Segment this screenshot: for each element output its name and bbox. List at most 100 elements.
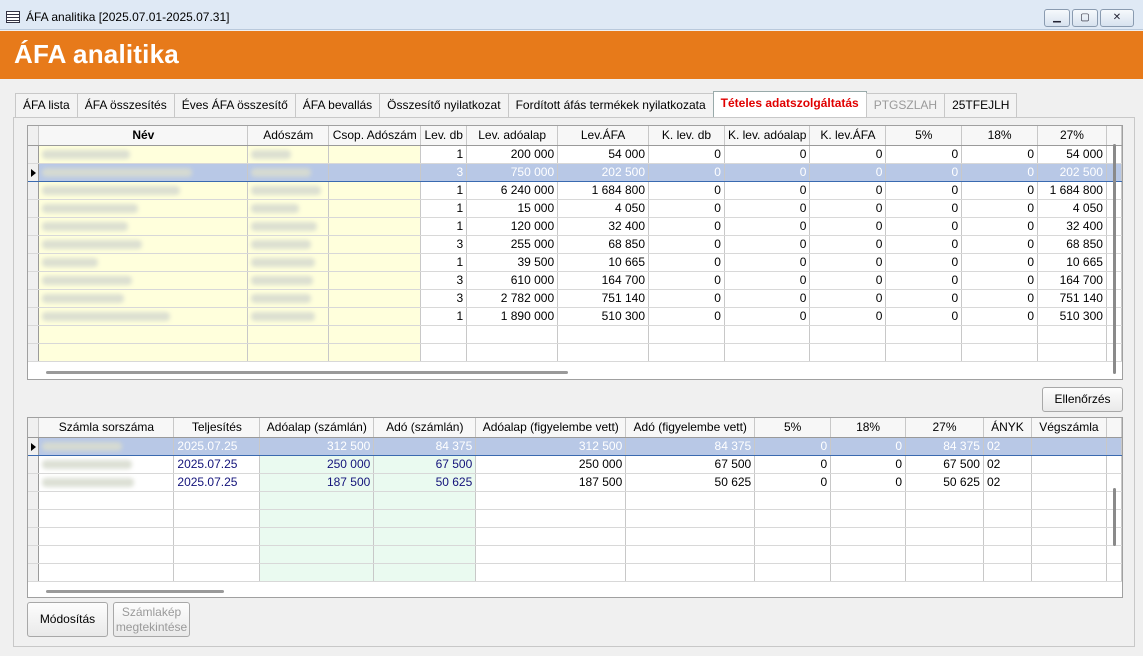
cell-value[interactable]: 0 (885, 145, 963, 164)
cell-value[interactable] (1031, 455, 1107, 474)
row-indicator[interactable] (28, 253, 40, 272)
col-header-ado-figyelembe[interactable]: Adó (figyelembe vett) (625, 418, 756, 438)
row-indicator[interactable] (28, 325, 40, 344)
cell-value[interactable] (625, 545, 756, 564)
cell-value[interactable]: 751 140 (1037, 289, 1107, 308)
cell-value[interactable] (1031, 527, 1107, 546)
table-row[interactable]: 11 890 000 510 300 0 0 0 0 0 510 300 (28, 307, 1122, 326)
cell-value[interactable]: 164 700 (1037, 271, 1107, 290)
cell-value[interactable]: 02 (983, 455, 1032, 474)
cell-value[interactable] (475, 491, 627, 510)
table-row[interactable]: 3 610 000 164 700 0 0 0 0 0 164 700 (28, 271, 1122, 290)
vertical-scrollbar[interactable] (1113, 488, 1116, 546)
cell-value[interactable] (961, 343, 1038, 362)
cell-value[interactable]: 10 665 (557, 253, 650, 272)
cell-value[interactable] (557, 325, 650, 344)
cell-csop-adoszam[interactable] (328, 145, 422, 164)
cell-value[interactable] (754, 545, 832, 564)
row-indicator[interactable] (28, 181, 40, 200)
cell-value[interactable]: 2 782 000 (466, 289, 559, 308)
cell-value[interactable]: 2025.07.25 (173, 455, 261, 474)
cell-value[interactable]: 164 700 (557, 271, 650, 290)
close-button[interactable]: ✕ (1100, 9, 1134, 27)
cell-value[interactable] (420, 343, 468, 362)
horizontal-scrollbar[interactable] (46, 590, 224, 593)
cell-value[interactable]: 02 (983, 436, 1032, 456)
cell-adoszam[interactable] (247, 199, 330, 218)
cell-adoszam[interactable] (247, 271, 330, 290)
cell-value[interactable] (754, 509, 832, 528)
cell-value[interactable]: 0 (885, 235, 963, 254)
cell-value[interactable]: 0 (724, 235, 811, 254)
table-row[interactable]: 2025.07.25 250 000 67 500 250 000 67 500 0 0 67… (28, 455, 1122, 474)
cell-value[interactable] (259, 545, 375, 564)
col-header-5pct[interactable]: 5% (885, 126, 963, 146)
cell-value[interactable]: 6 240 000 (466, 181, 559, 200)
col-header-k-lev-db[interactable]: K. lev. db (648, 126, 725, 146)
cell-adoszam[interactable] (247, 162, 330, 182)
cell-value[interactable]: 0 (754, 473, 832, 492)
row-indicator[interactable] (28, 307, 40, 326)
table-row[interactable] (28, 491, 1122, 510)
cell-value[interactable]: 32 400 (1037, 217, 1107, 236)
table-row[interactable]: 2025.07.25 312 500 84 375 312 500 84 375 0 0 84… (28, 436, 1122, 456)
row-indicator[interactable] (28, 199, 40, 218)
table-row[interactable]: 1 120 000 32 400 0 0 0 0 0 32 400 (28, 217, 1122, 236)
row-indicator[interactable] (28, 509, 40, 528)
cell-value[interactable]: 200 000 (466, 145, 559, 164)
cell-value[interactable]: 4 050 (557, 199, 650, 218)
table-row[interactable]: 32 782 000 751 140 0 0 0 0 0 751 140 (28, 289, 1122, 308)
cell-value[interactable] (475, 563, 627, 582)
cell-value[interactable]: 0 (809, 145, 887, 164)
cell-value[interactable]: 0 (809, 217, 887, 236)
col-header-18pct[interactable]: 18% (830, 418, 907, 438)
tab-ptgszlah[interactable]: PTGSZLAH (865, 93, 946, 117)
cell-value[interactable]: 0 (961, 145, 1038, 164)
cell-value[interactable]: 187 500 (475, 473, 627, 492)
col-header-27pct[interactable]: 27% (1037, 126, 1107, 146)
cell-nev[interactable] (38, 343, 249, 362)
row-indicator[interactable] (28, 145, 40, 164)
cell-value[interactable]: 0 (809, 235, 887, 254)
cell-value[interactable]: 0 (885, 199, 963, 218)
cell-value[interactable]: 0 (754, 436, 832, 456)
col-header-adoszam[interactable]: Adószám (247, 126, 330, 146)
table-row[interactable]: 1 15 000 4 050 0 0 0 0 0 4 050 (28, 199, 1122, 218)
table-row[interactable] (28, 563, 1122, 582)
cell-value[interactable]: 54 000 (1037, 145, 1107, 164)
row-indicator[interactable] (28, 563, 40, 582)
tab-afa-osszesites[interactable]: ÁFA összesítés (76, 93, 175, 117)
table-row[interactable] (28, 325, 1122, 344)
cell-value[interactable]: 1 684 800 (1037, 181, 1107, 200)
cell-value[interactable]: 3 (420, 271, 468, 290)
cell-value[interactable] (754, 527, 832, 546)
cell-value[interactable] (466, 343, 559, 362)
col-header-teljesites[interactable]: Teljesítés (173, 418, 261, 438)
cell-value[interactable] (830, 527, 907, 546)
cell-value[interactable]: 0 (648, 235, 725, 254)
cell-value[interactable] (1031, 545, 1107, 564)
cell-value[interactable]: 0 (809, 271, 887, 290)
cell-value[interactable]: 312 500 (259, 436, 375, 456)
cell-adoszam[interactable] (247, 343, 330, 362)
cell-value[interactable]: 250 000 (259, 455, 375, 474)
cell-value[interactable] (259, 563, 375, 582)
col-header-szamla-sorszama[interactable]: Számla sorszáma (38, 418, 175, 438)
cell-value[interactable]: 0 (724, 271, 811, 290)
cell-value[interactable]: 510 300 (1037, 307, 1107, 326)
cell-nev[interactable] (38, 307, 249, 326)
col-header-vegszamla[interactable]: Végszámla (1031, 418, 1107, 438)
cell-value[interactable]: 0 (809, 253, 887, 272)
cell-value[interactable]: 39 500 (466, 253, 559, 272)
cell-value[interactable]: 0 (885, 271, 963, 290)
cell-value[interactable] (648, 343, 725, 362)
cell-value[interactable]: 255 000 (466, 235, 559, 254)
cell-value[interactable]: 0 (724, 181, 811, 200)
cell-value[interactable] (754, 491, 832, 510)
cell-value[interactable]: 0 (724, 289, 811, 308)
cell-nev[interactable] (38, 289, 249, 308)
cell-csop-adoszam[interactable] (328, 253, 422, 272)
cell-value[interactable]: 2025.07.25 (173, 436, 261, 456)
cell-value[interactable]: 0 (724, 162, 811, 182)
col-header-lev-afa[interactable]: Lev.ÁFA (557, 126, 650, 146)
